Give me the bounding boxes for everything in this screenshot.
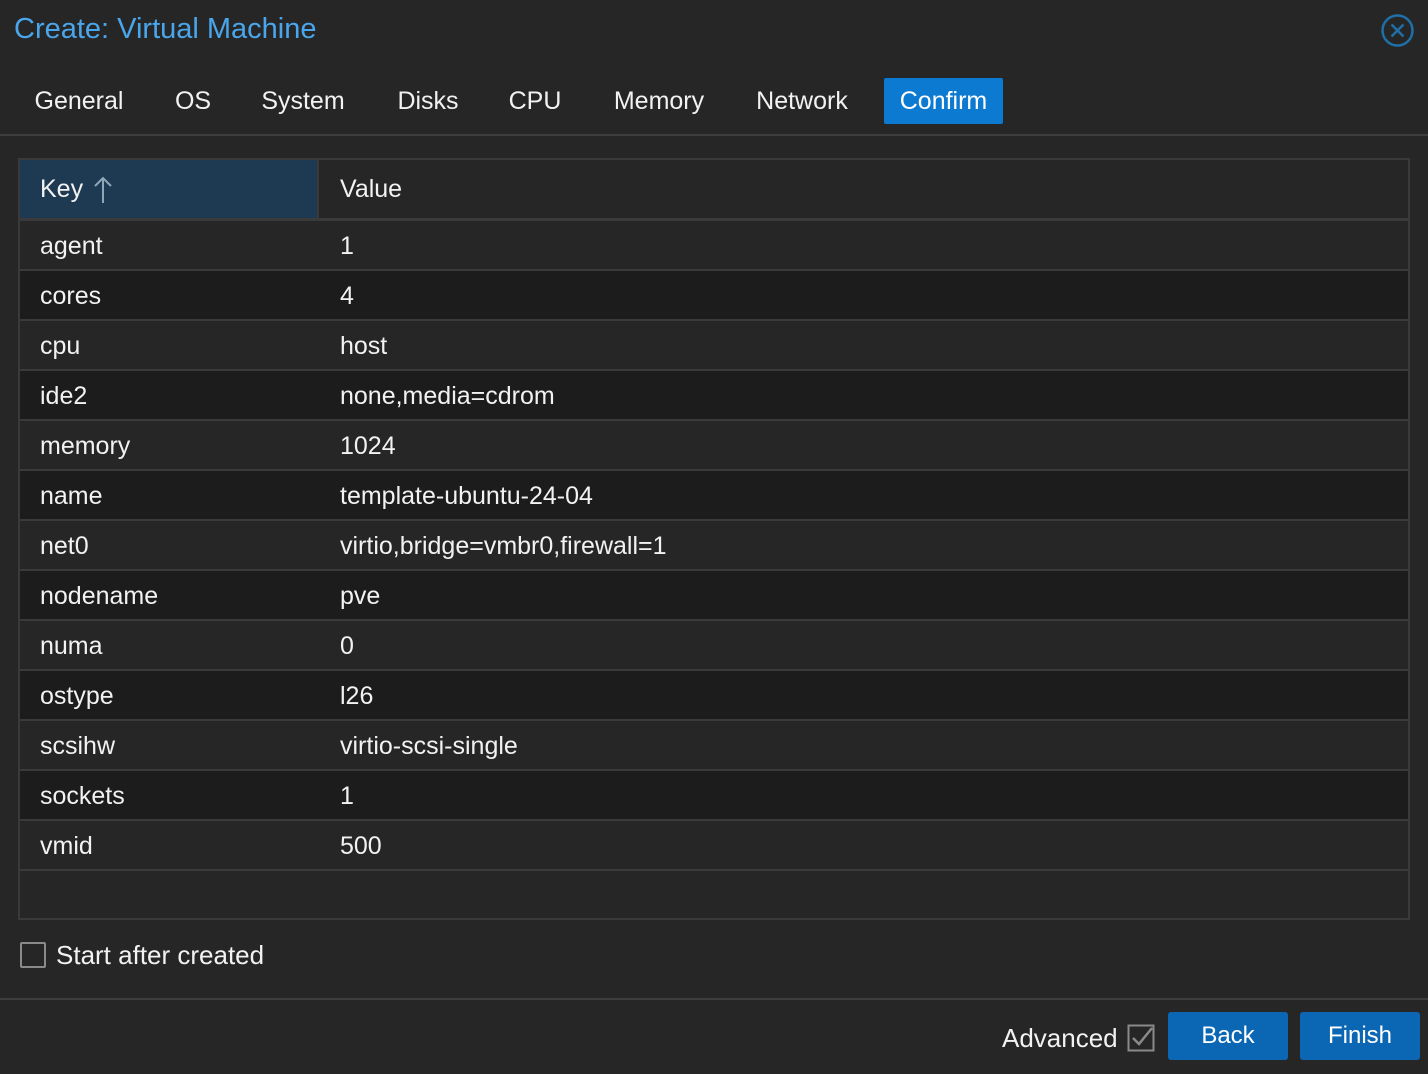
row-key: name (40, 482, 103, 510)
tab-system[interactable]: System (246, 78, 360, 124)
row-value: template-ubuntu-24-04 (340, 482, 593, 510)
table-row[interactable]: nodename pve (20, 571, 1408, 621)
row-value: 500 (340, 832, 382, 860)
row-key: ostype (40, 682, 114, 710)
row-value: l26 (340, 682, 374, 710)
grid-header: Key Value (20, 160, 1408, 221)
row-value: 4 (340, 282, 354, 310)
column-header-value-label: Value (340, 175, 403, 203)
row-key: sockets (40, 782, 125, 810)
table-row[interactable]: ostype l26 (20, 671, 1408, 721)
close-icon[interactable] (1381, 14, 1414, 47)
table-row[interactable]: scsihw virtio-scsi-single (20, 721, 1408, 771)
tab-confirm[interactable]: Confirm (884, 78, 1003, 124)
dialog-header: Create: Virtual Machine (0, 0, 1428, 62)
column-header-value[interactable]: Value (320, 160, 1408, 218)
table-row[interactable]: sockets 1 (20, 771, 1408, 821)
table-row[interactable]: ide2 none,media=cdrom (20, 371, 1408, 421)
row-value: 1024 (340, 432, 396, 460)
table-row[interactable]: vmid 500 (20, 821, 1408, 871)
row-key: ide2 (40, 382, 88, 410)
row-key: cores (40, 282, 102, 310)
column-header-key-label: Key (40, 175, 84, 203)
dialog-title: Create: Virtual Machine (14, 13, 317, 45)
tab-memory[interactable]: Memory (598, 78, 720, 124)
row-value: 1 (340, 782, 354, 810)
row-value: host (340, 332, 388, 360)
row-value: none,media=cdrom (340, 382, 555, 410)
row-value: virtio-scsi-single (340, 732, 518, 760)
table-row[interactable]: memory 1024 (20, 421, 1408, 471)
row-key: numa (40, 632, 103, 660)
row-key: nodename (40, 582, 159, 610)
wizard-tabs: General OS System Disks CPU Memory Netwo… (0, 62, 1428, 136)
row-key: memory (40, 432, 131, 460)
sort-ascending-icon (92, 175, 114, 210)
advanced-label[interactable]: Advanced (1002, 1023, 1118, 1054)
back-button[interactable]: Back (1168, 1012, 1288, 1060)
create-vm-dialog: Create: Virtual Machine General OS Syste… (0, 0, 1428, 1074)
dialog-footer: Advanced Back Finish (0, 998, 1428, 1074)
table-row[interactable]: numa 0 (20, 621, 1408, 671)
row-key: scsihw (40, 732, 116, 760)
row-key: net0 (40, 532, 89, 560)
confirm-summary-grid: Key Value agent 1 cores 4 cpu host ide2 … (18, 158, 1410, 920)
row-value: 0 (340, 632, 354, 660)
start-after-created-checkbox[interactable] (20, 942, 46, 968)
tab-os[interactable]: OS (160, 78, 226, 124)
tab-disks[interactable]: Disks (382, 78, 474, 124)
start-after-created-label[interactable]: Start after created (56, 940, 264, 971)
grid-rows: agent 1 cores 4 cpu host ide2 none,media… (20, 221, 1408, 871)
row-key: cpu (40, 332, 81, 360)
advanced-checkbox[interactable] (1127, 1024, 1155, 1052)
row-value: 1 (340, 232, 354, 260)
table-row[interactable]: net0 virtio,bridge=vmbr0,firewall=1 (20, 521, 1408, 571)
tab-network[interactable]: Network (740, 78, 864, 124)
row-key: agent (40, 232, 103, 260)
table-row[interactable]: name template-ubuntu-24-04 (20, 471, 1408, 521)
table-row[interactable]: cores 4 (20, 271, 1408, 321)
row-key: vmid (40, 832, 93, 860)
tab-cpu[interactable]: CPU (494, 78, 576, 124)
check-icon (1132, 1027, 1153, 1046)
finish-button[interactable]: Finish (1300, 1012, 1420, 1060)
table-row[interactable]: agent 1 (20, 221, 1408, 271)
table-row[interactable]: cpu host (20, 321, 1408, 371)
row-value: pve (340, 582, 381, 610)
tab-general[interactable]: General (18, 78, 140, 124)
row-value: virtio,bridge=vmbr0,firewall=1 (340, 532, 667, 560)
column-header-key[interactable]: Key (20, 160, 319, 218)
